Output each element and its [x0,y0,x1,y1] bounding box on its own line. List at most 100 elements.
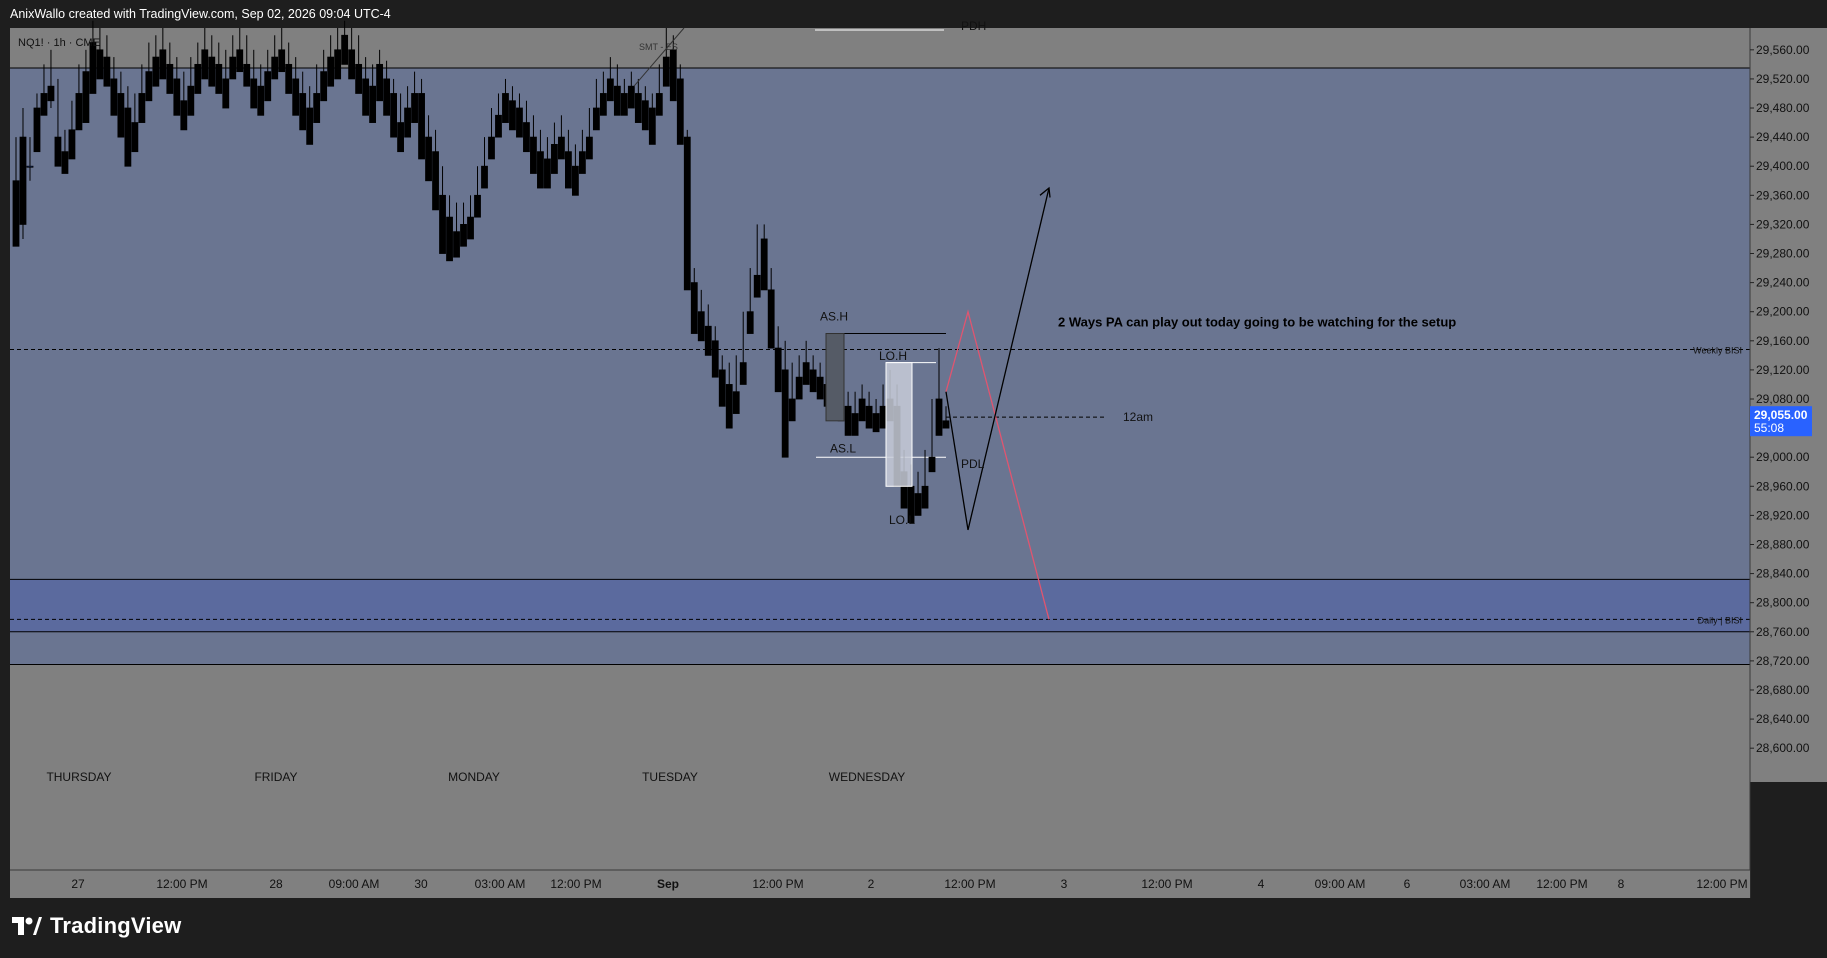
tradingview-logo[interactable]: TradingView [12,913,181,939]
setup-annotation: 2 Ways PA can play out today going to be… [1058,314,1456,329]
price-tick-label: 29,440.00 [1756,130,1810,144]
time-tick-label: 12:00 PM [1141,877,1192,891]
candle-body [544,158,551,189]
time-tick-label: 03:00 AM [475,877,526,891]
candle-body [215,63,223,94]
time-tick-label: 3 [1061,877,1068,891]
candle-body [571,165,579,196]
price-tick-label: 29,320.00 [1756,217,1810,231]
current-price-label: 29,055.00 [1754,408,1808,422]
candle-body [599,93,607,116]
midnight-open-label: 12am [1123,410,1153,424]
candle-body [816,376,824,400]
candle-body [781,369,789,458]
bar-countdown-label: 55:08 [1754,421,1784,435]
candle-body [537,151,544,189]
daily-bisi-label: Daily | BISI [1698,615,1742,625]
candle-body [767,289,775,349]
candle-body [432,151,439,211]
candle-body [138,93,146,123]
tradingview-brand-text: TradingView [50,913,182,938]
london-low-label: LO.L [889,513,915,527]
price-tick-label: 28,640.00 [1756,712,1810,726]
time-tick-label: 12:00 PM [944,877,995,891]
time-tick-label: 09:00 AM [329,877,380,891]
candle-body [565,151,572,189]
time-tick-label: 8 [1618,877,1625,891]
price-chart[interactable]: THURSDAY FRIDAY MONDAY TUESDAY WEDNESDAY Week… [0,0,1827,958]
candle-body [313,93,321,123]
candle-body [404,107,411,138]
weekday-label: THURSDAY [46,770,111,784]
time-tick-label: 12:00 PM [1536,877,1587,891]
candle-body [82,71,90,123]
candle-body [299,93,307,131]
candle-body [264,71,272,102]
candle-body [411,93,418,123]
candle-body [334,49,342,80]
candle-body [341,34,349,65]
candle-body [278,49,286,73]
candle-body [914,493,922,516]
candle-body [418,93,425,160]
weekday-label: WEDNESDAY [829,770,905,784]
candle-body [12,180,20,247]
candle-body [103,56,111,87]
zones-layer [10,67,1750,666]
candle-body [641,100,649,131]
candle-body [96,49,104,80]
price-tick-label: 29,360.00 [1756,188,1810,202]
candle-body [236,49,244,73]
candle-body [627,85,635,109]
price-tick-label: 28,960.00 [1756,479,1810,493]
candle-body [453,231,460,258]
candle-body [376,63,384,102]
time-tick-label: 27 [71,877,85,891]
candle-body [180,100,188,131]
price-tick-label: 29,560.00 [1756,43,1810,57]
price-tick-label: 28,760.00 [1756,625,1810,639]
candle-body [774,347,782,393]
candle-body [872,413,880,433]
candle-body [397,122,404,153]
candle-body [89,42,97,94]
candle-body [676,78,684,145]
price-tick-label: 29,200.00 [1756,305,1810,319]
candle-body [124,107,132,167]
time-tick-label: 03:00 AM [1460,877,1511,891]
candle-body [439,194,446,254]
candle-body [348,49,356,80]
candle-body [502,93,509,123]
candle-body [844,405,852,436]
candle-body [655,93,663,116]
candle-body [481,165,488,189]
price-tick-label: 28,920.00 [1756,508,1810,522]
price-tick-label: 29,520.00 [1756,72,1810,86]
price-tick-label: 29,400.00 [1756,159,1810,173]
time-tick-label: 6 [1404,877,1411,891]
candle-body [683,136,691,291]
candle-body [320,71,328,102]
candle-body [732,391,740,414]
candle-body [229,56,237,80]
time-tick-label: 12:00 PM [156,877,207,891]
candle-body [460,224,467,247]
candle-body [19,136,27,225]
candle-body [753,274,761,298]
time-tick-label: 30 [414,877,428,891]
candle-body [68,129,76,160]
candle-body [809,369,817,393]
candle-body [467,216,474,240]
weekday-label: FRIDAY [254,770,297,784]
candle-body [159,49,167,80]
candle-body [620,93,628,116]
candle-body [208,56,216,87]
candle-body [558,136,565,160]
candle-body [551,143,558,174]
candle-body [110,78,118,116]
price-tick-label: 29,080.00 [1756,392,1810,406]
candle-body [54,136,62,167]
time-tick-label: 09:00 AM [1315,877,1366,891]
candle-body [257,85,265,116]
price-tick-label: 28,680.00 [1756,683,1810,697]
